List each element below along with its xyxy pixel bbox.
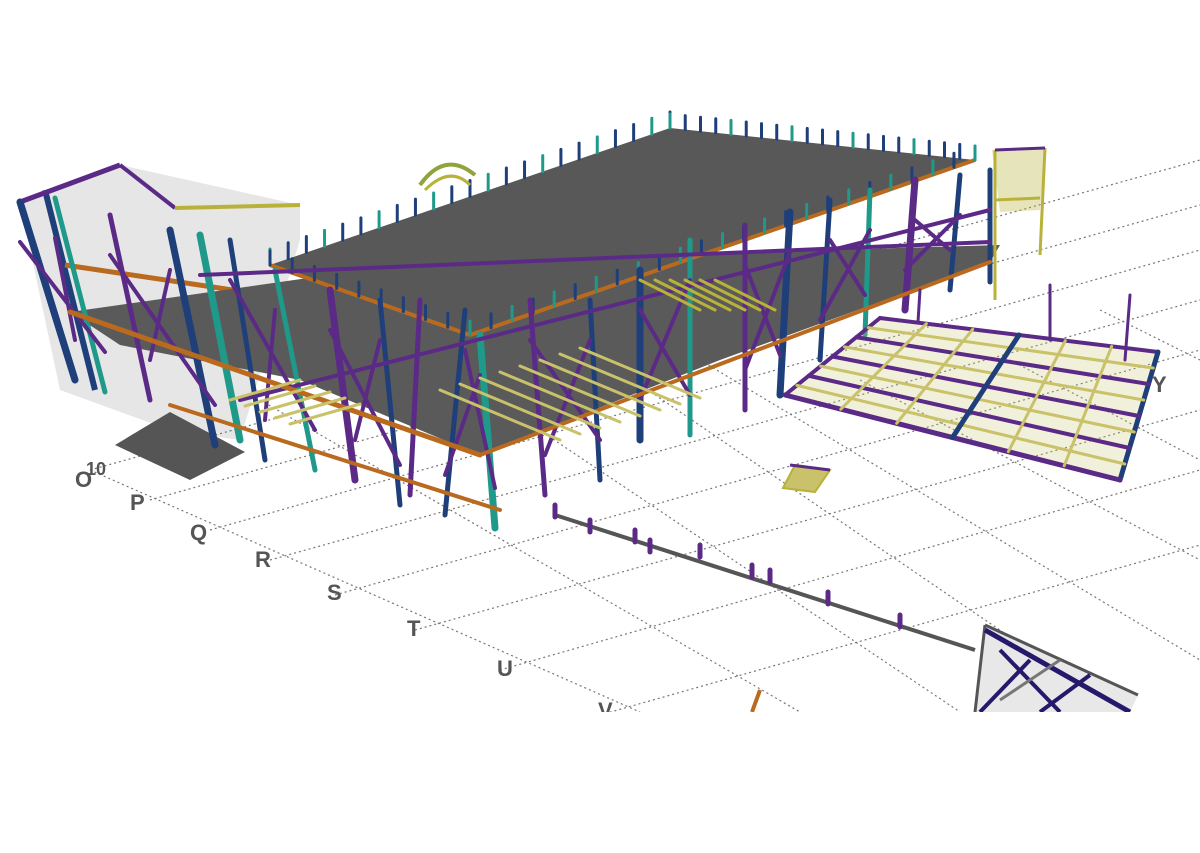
structure-model[interactable]: O 10 P Q R S T U V Y — [0, 0, 1200, 848]
right-stair-tower[interactable] — [992, 146, 1047, 300]
grid-label-p: P — [130, 490, 145, 515]
grid-label-y: Y — [1152, 372, 1167, 397]
grid-label-q: Q — [190, 520, 207, 545]
grid-label-u: U — [497, 656, 513, 681]
column — [862, 187, 873, 338]
grid-label-v: V — [598, 698, 613, 723]
column — [776, 208, 794, 399]
structural-3d-viewport[interactable]: O 10 P Q R S T U V Y — [0, 0, 1200, 848]
grid-label-s: S — [327, 580, 342, 605]
frame-post — [916, 288, 922, 324]
grid-label-10: 10 — [86, 459, 106, 479]
cut-column — [750, 689, 762, 712]
roof-canopy-frame[interactable] — [418, 162, 477, 192]
ground-foundation-beam[interactable] — [554, 513, 976, 652]
small-truss-piece[interactable] — [781, 463, 832, 494]
grid-label-t: T — [407, 616, 421, 641]
joist — [273, 396, 347, 420]
bottom-right-truss[interactable] — [973, 623, 1139, 712]
grid-label-r: R — [255, 547, 271, 572]
